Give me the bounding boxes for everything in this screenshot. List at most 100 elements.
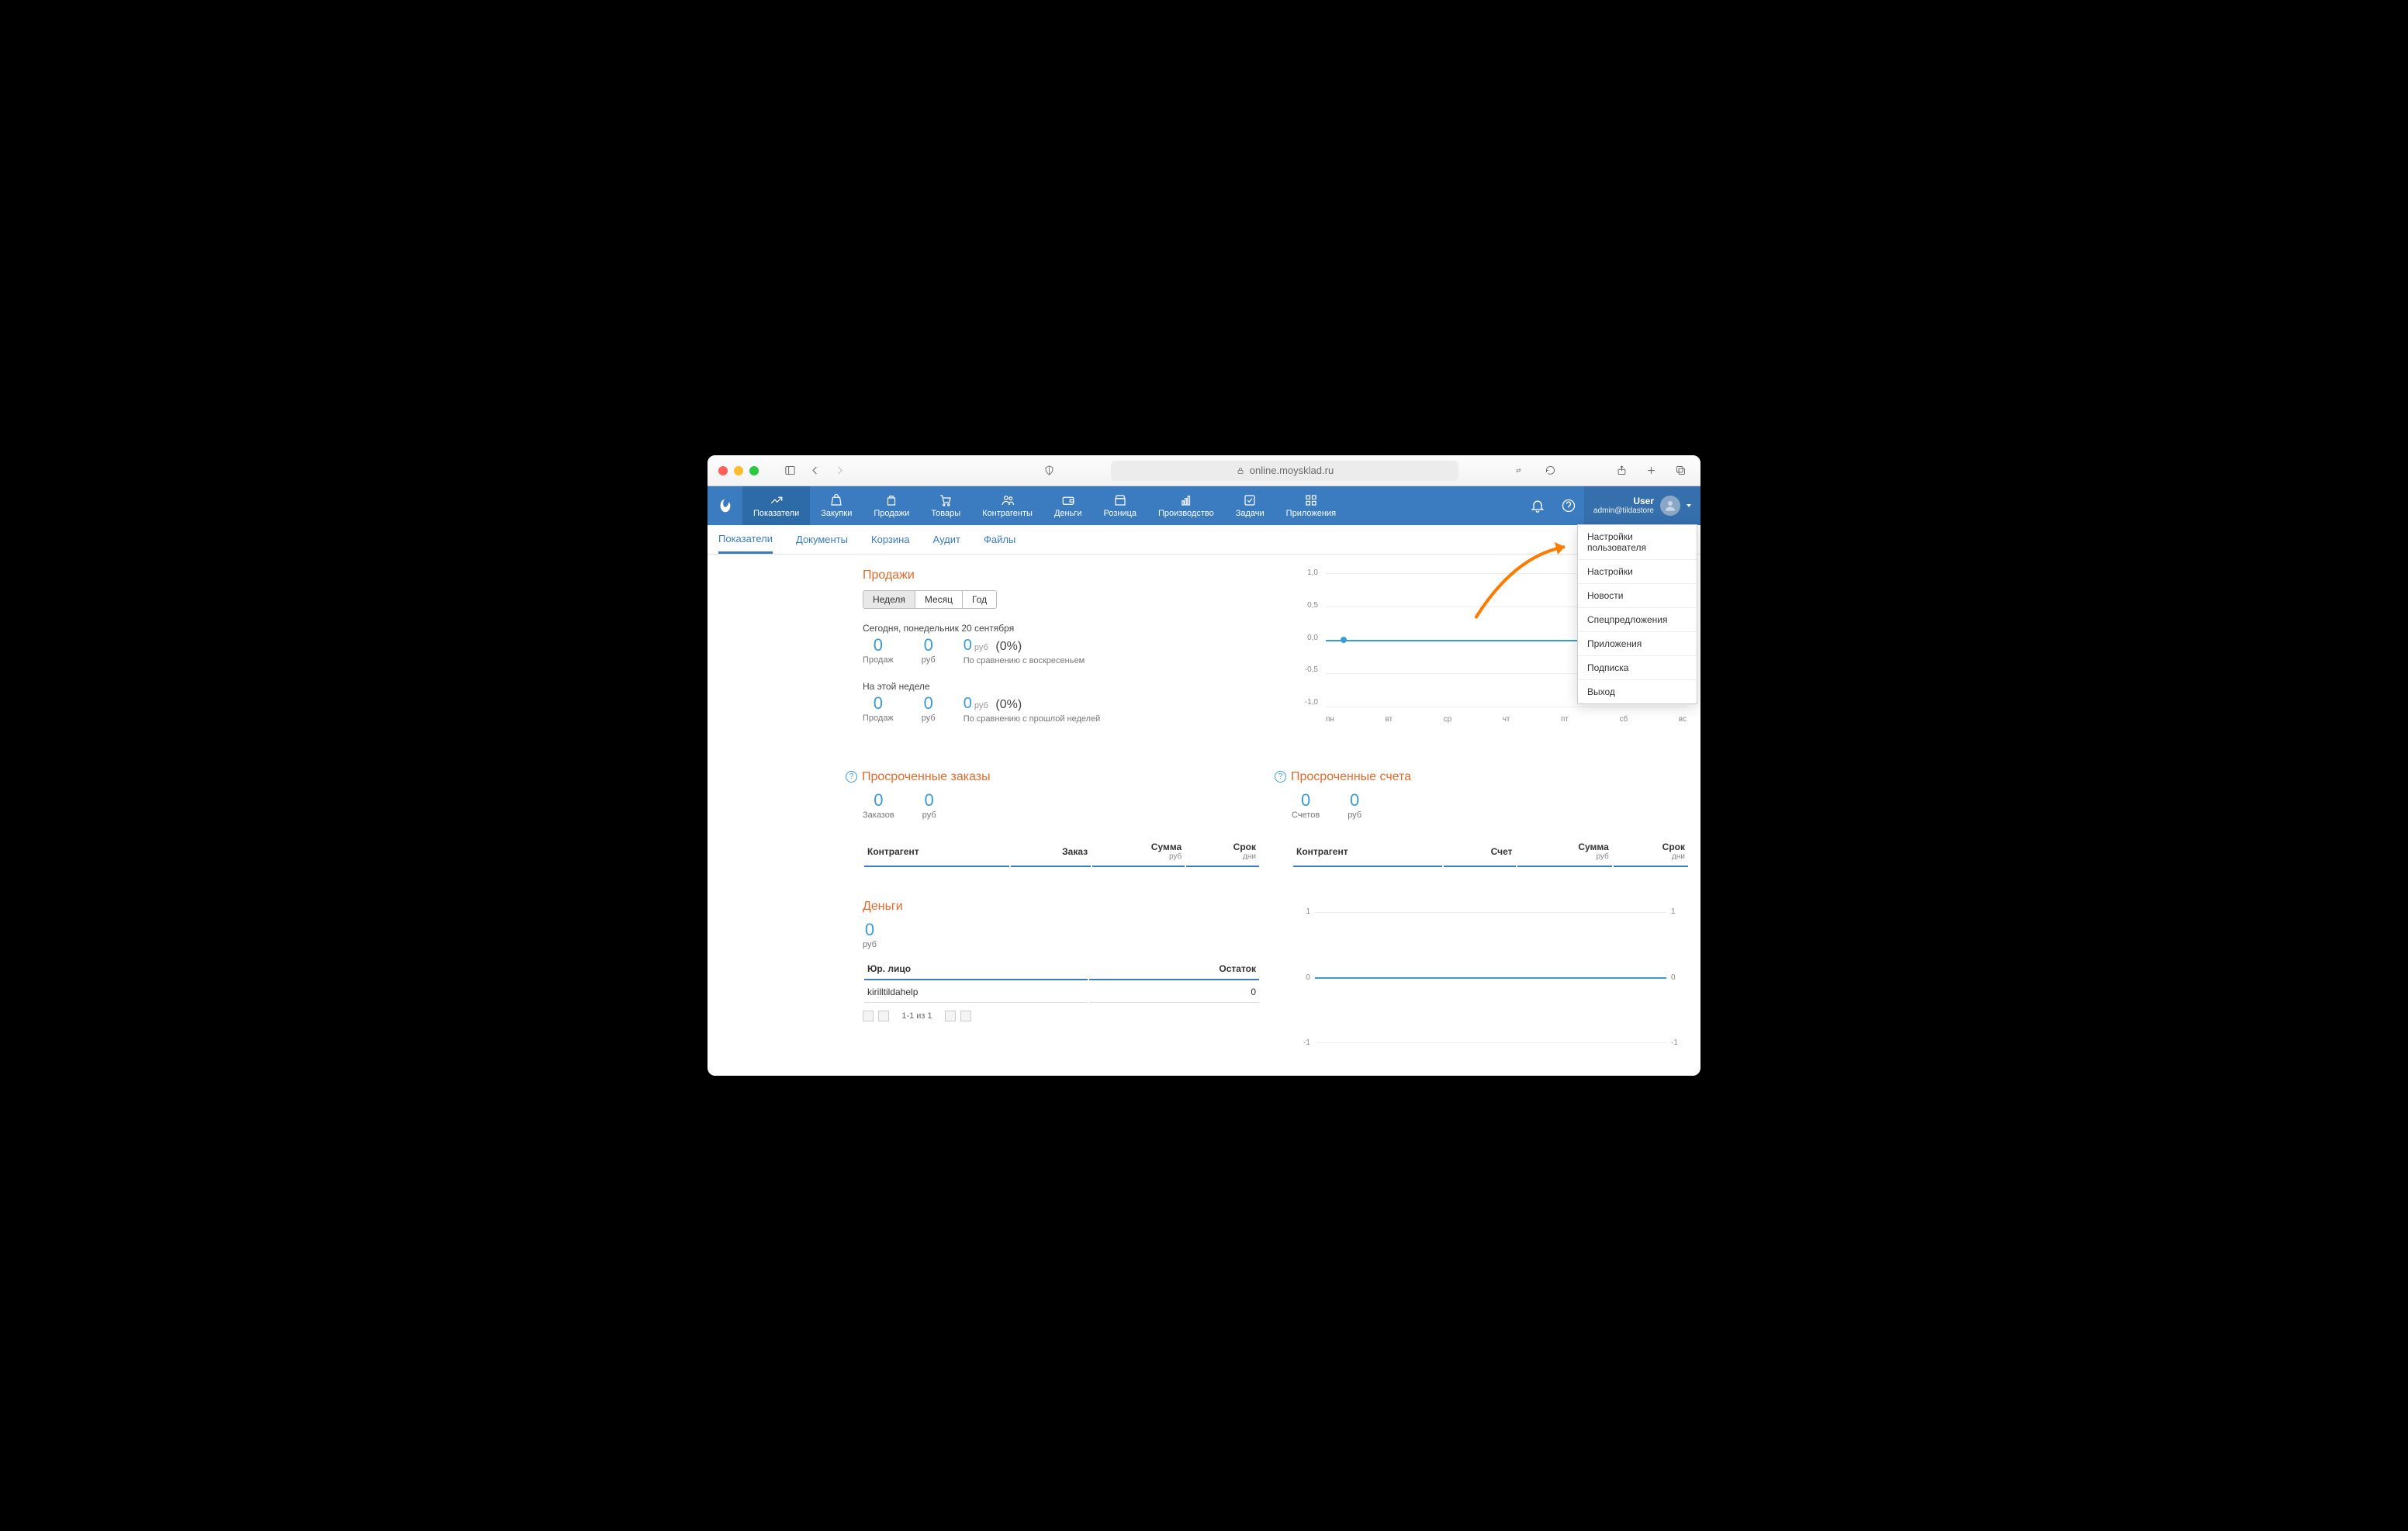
browser-titlebar: online.moysklad.ru ⇄ bbox=[708, 455, 1700, 486]
overdue-invoices-section: ?Просроченные счета 0Счетов 0руб Контраг… bbox=[1292, 770, 1690, 869]
today-sales-count: 0 bbox=[863, 637, 894, 654]
dropdown-settings[interactable]: Настройки bbox=[1578, 560, 1697, 584]
app-logo[interactable] bbox=[708, 486, 742, 525]
money-table: Юр. лицо Остаток kirilltildahelp 0 bbox=[863, 957, 1261, 1004]
pager-text: 1-1 из 1 bbox=[894, 1011, 940, 1021]
overdue-invoices-title: ?Просроченные счета bbox=[1292, 770, 1690, 784]
subnav-audit[interactable]: Аудит bbox=[933, 525, 960, 554]
pager: 1-1 из 1 bbox=[863, 1011, 1261, 1021]
nav-apps[interactable]: Приложения bbox=[1275, 486, 1347, 525]
today-rub: 0 bbox=[922, 637, 936, 654]
nav-label: Контрагенты bbox=[982, 509, 1033, 518]
chart-data-point bbox=[1341, 637, 1347, 643]
money-title: Деньги bbox=[863, 900, 1261, 914]
pager-prev-icon[interactable] bbox=[878, 1011, 889, 1021]
nav-retail[interactable]: Розница bbox=[1092, 486, 1147, 525]
subnav-documents[interactable]: Документы bbox=[796, 525, 848, 554]
dropdown-news[interactable]: Новости bbox=[1578, 584, 1697, 608]
overdue-orders-title: ?Просроченные заказы bbox=[863, 770, 1261, 784]
dropdown-user-settings[interactable]: Настройки пользователя bbox=[1578, 525, 1697, 560]
tabs-icon[interactable] bbox=[1671, 461, 1690, 480]
week-amount: 0 bbox=[964, 695, 972, 713]
nav-purchases[interactable]: Закупки bbox=[810, 486, 863, 525]
translate-icon[interactable]: ⇄ bbox=[1511, 461, 1530, 480]
subnav-files[interactable]: Файлы bbox=[984, 525, 1015, 554]
money-section: Деньги 0руб Юр. лицо Остаток kirilltilda… bbox=[863, 900, 1261, 1047]
share-icon[interactable] bbox=[1612, 461, 1631, 480]
help-icon[interactable] bbox=[1553, 486, 1584, 525]
dropdown-apps[interactable]: Приложения bbox=[1578, 632, 1697, 656]
week-rub: 0 bbox=[922, 695, 936, 712]
user-email: admin@tildastore bbox=[1593, 506, 1654, 516]
minimize-window-icon[interactable] bbox=[734, 466, 743, 475]
subnav-indicators[interactable]: Показатели bbox=[718, 525, 773, 554]
user-menu-trigger[interactable]: User admin@tildastore bbox=[1584, 486, 1700, 525]
sales-title: Продажи bbox=[863, 569, 1261, 582]
today-label: Сегодня, понедельник 20 сентября bbox=[863, 623, 1261, 634]
orders-count: 0 bbox=[863, 792, 894, 809]
url-text: online.moysklad.ru bbox=[1250, 465, 1334, 476]
maximize-window-icon[interactable] bbox=[749, 466, 759, 475]
chevron-down-icon bbox=[1687, 504, 1691, 507]
invoices-rub: 0 bbox=[1348, 792, 1361, 809]
help-badge-icon[interactable]: ? bbox=[1275, 771, 1286, 783]
nav-tasks[interactable]: Задачи bbox=[1225, 486, 1275, 525]
table-row[interactable]: kirilltildahelp 0 bbox=[864, 982, 1259, 1003]
dropdown-logout[interactable]: Выход bbox=[1578, 680, 1697, 703]
nav-label: Деньги bbox=[1054, 509, 1082, 518]
today-amount: 0 bbox=[964, 637, 972, 655]
nav-label: Закупки bbox=[821, 509, 852, 518]
top-navigation: Показатели Закупки Продажи Товары Контра… bbox=[708, 486, 1700, 525]
window-controls bbox=[718, 466, 759, 475]
help-badge-icon[interactable]: ? bbox=[846, 771, 857, 783]
new-tab-icon[interactable] bbox=[1642, 461, 1660, 480]
nav-counterparties[interactable]: Контрагенты bbox=[971, 486, 1043, 525]
tab-year[interactable]: Год bbox=[963, 591, 996, 608]
nav-goods[interactable]: Товары bbox=[920, 486, 971, 525]
nav-money[interactable]: Деньги bbox=[1043, 486, 1093, 525]
nav-label: Показатели bbox=[753, 509, 799, 518]
user-name: User bbox=[1593, 496, 1654, 506]
forward-icon[interactable] bbox=[830, 461, 849, 480]
money-chart: 1 0 -1 1 0 -1 bbox=[1292, 907, 1690, 1047]
sidebar-toggle-icon[interactable] bbox=[780, 461, 799, 480]
overdue-invoices-table: Контрагент Счет Суммаруб Срокдни bbox=[1292, 835, 1690, 869]
subnav-trash[interactable]: Корзина bbox=[871, 525, 910, 554]
nav-label: Производство bbox=[1158, 509, 1214, 518]
orders-rub: 0 bbox=[922, 792, 936, 809]
lock-icon bbox=[1236, 466, 1245, 475]
money-chart-line bbox=[1315, 977, 1666, 979]
tab-month[interactable]: Месяц bbox=[915, 591, 963, 608]
back-icon[interactable] bbox=[805, 461, 824, 480]
sub-navigation: Показатели Документы Корзина Аудит Файлы bbox=[708, 525, 1700, 555]
content-area: Продажи Неделя Месяц Год Сегодня, понеде… bbox=[708, 555, 1700, 1076]
money-total: 0 bbox=[863, 921, 877, 938]
address-bar[interactable]: online.moysklad.ru bbox=[1111, 461, 1458, 481]
nav-indicators[interactable]: Показатели bbox=[742, 486, 810, 525]
svg-text:⇄: ⇄ bbox=[1516, 467, 1521, 474]
nav-label: Товары bbox=[931, 509, 960, 518]
nav-label: Приложения bbox=[1286, 509, 1336, 518]
pager-last-icon[interactable] bbox=[960, 1011, 971, 1021]
nav-label: Продажи bbox=[874, 509, 909, 518]
close-window-icon[interactable] bbox=[718, 466, 728, 475]
pager-next-icon[interactable] bbox=[945, 1011, 956, 1021]
overdue-orders-section: ?Просроченные заказы 0Заказов 0руб Контр… bbox=[863, 770, 1261, 869]
nav-label: Задачи bbox=[1236, 509, 1265, 518]
sales-section: Продажи Неделя Месяц Год Сегодня, понеде… bbox=[863, 569, 1261, 739]
nav-sales[interactable]: Продажи bbox=[863, 486, 920, 525]
dropdown-subscription[interactable]: Подписка bbox=[1578, 656, 1697, 680]
overdue-orders-table: Контрагент Заказ Суммаруб Срокдни bbox=[863, 835, 1261, 869]
user-dropdown: Настройки пользователя Настройки Новости… bbox=[1577, 524, 1697, 704]
avatar-icon bbox=[1660, 496, 1680, 516]
nav-label: Розница bbox=[1103, 509, 1137, 518]
pager-first-icon[interactable] bbox=[863, 1011, 874, 1021]
period-tabs: Неделя Месяц Год bbox=[863, 590, 997, 609]
notifications-icon[interactable] bbox=[1522, 486, 1553, 525]
dropdown-offers[interactable]: Спецпредложения bbox=[1578, 608, 1697, 632]
nav-production[interactable]: Производство bbox=[1147, 486, 1225, 525]
tab-week[interactable]: Неделя bbox=[863, 591, 915, 608]
privacy-shield-icon[interactable] bbox=[1040, 461, 1058, 480]
reload-icon[interactable] bbox=[1541, 461, 1559, 480]
invoices-count: 0 bbox=[1292, 792, 1320, 809]
